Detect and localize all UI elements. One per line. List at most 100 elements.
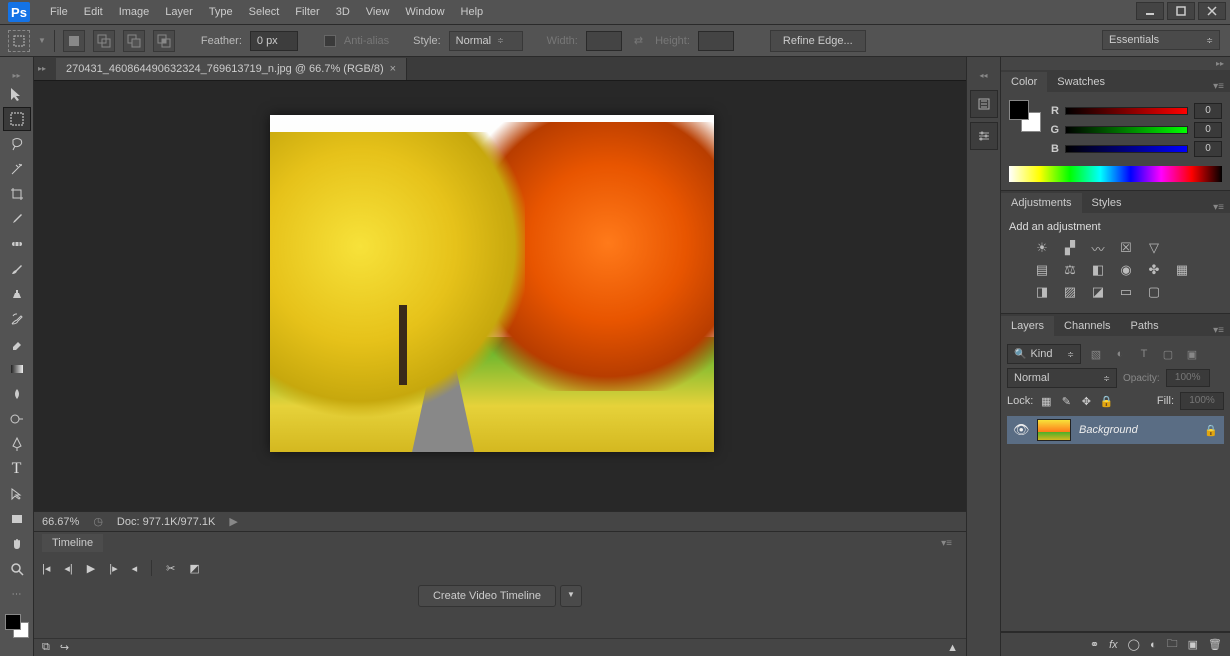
- style-dropdown[interactable]: Normal≑: [449, 31, 523, 51]
- document-tab[interactable]: 270431_460864490632324_769613719_n.jpg @…: [56, 58, 407, 80]
- lock-transparent-icon[interactable]: ▦: [1039, 394, 1053, 408]
- rectangular-marquee-tool[interactable]: [3, 107, 31, 131]
- zoom-tool[interactable]: [3, 557, 31, 581]
- menu-help[interactable]: Help: [453, 2, 492, 22]
- add-to-selection-button[interactable]: [93, 30, 115, 52]
- panel-color-swatches[interactable]: [1009, 100, 1041, 132]
- menu-image[interactable]: Image: [111, 2, 158, 22]
- selective-color-icon[interactable]: ▢: [1145, 283, 1163, 301]
- menu-type[interactable]: Type: [201, 2, 241, 22]
- document-canvas[interactable]: [270, 115, 714, 452]
- lock-position-icon[interactable]: ✥: [1079, 394, 1093, 408]
- paths-tab[interactable]: Paths: [1121, 316, 1169, 336]
- g-value[interactable]: 0: [1194, 122, 1222, 138]
- adjustments-panel-menu-icon[interactable]: ▾≡: [1207, 202, 1230, 213]
- refine-edge-button[interactable]: Refine Edge...: [770, 30, 866, 52]
- timeline-first-frame-icon[interactable]: |◂: [42, 562, 50, 575]
- color-tab[interactable]: Color: [1001, 72, 1047, 92]
- history-panel-icon[interactable]: [970, 90, 998, 118]
- exposure-icon[interactable]: ☒: [1117, 239, 1135, 257]
- b-value[interactable]: 0: [1194, 141, 1222, 157]
- timeline-menu-icon[interactable]: ▾≡: [935, 538, 958, 549]
- type-tool[interactable]: T: [3, 457, 31, 481]
- link-layers-icon[interactable]: ⚭: [1090, 638, 1099, 651]
- filter-pixel-icon[interactable]: ▧: [1087, 345, 1105, 363]
- pen-tool[interactable]: [3, 432, 31, 456]
- black-white-icon[interactable]: ◧: [1089, 261, 1107, 279]
- levels-icon[interactable]: ▞: [1061, 239, 1079, 257]
- timeline-last-frame-icon[interactable]: ◂: [132, 562, 138, 575]
- layers-panel-menu-icon[interactable]: ▾≡: [1207, 325, 1230, 336]
- timeline-prev-frame-icon[interactable]: ◂|: [64, 562, 72, 575]
- b-slider[interactable]: [1065, 145, 1188, 153]
- close-tab-icon[interactable]: ×: [390, 63, 396, 75]
- invert-icon[interactable]: ◨: [1033, 283, 1051, 301]
- swatches-tab[interactable]: Swatches: [1047, 72, 1115, 92]
- fill-input[interactable]: 100%: [1180, 392, 1224, 410]
- filter-adjust-icon[interactable]: ◐: [1111, 345, 1129, 363]
- properties-panel-icon[interactable]: [970, 122, 998, 150]
- layer-filter-kind[interactable]: 🔍Kind≑: [1007, 344, 1081, 364]
- path-selection-tool[interactable]: [3, 482, 31, 506]
- clone-stamp-tool[interactable]: [3, 282, 31, 306]
- r-value[interactable]: 0: [1194, 103, 1222, 119]
- channel-mixer-icon[interactable]: ✤: [1145, 261, 1163, 279]
- menu-filter[interactable]: Filter: [287, 2, 327, 22]
- new-selection-button[interactable]: [63, 30, 85, 52]
- timeline-tab[interactable]: Timeline: [42, 534, 103, 552]
- menu-window[interactable]: Window: [397, 2, 452, 22]
- menu-layer[interactable]: Layer: [157, 2, 201, 22]
- menu-3d[interactable]: 3D: [328, 2, 358, 22]
- channels-tab[interactable]: Channels: [1054, 316, 1120, 336]
- canvas-area[interactable]: [34, 81, 966, 511]
- color-balance-icon[interactable]: ⚖: [1061, 261, 1079, 279]
- history-brush-tool[interactable]: [3, 307, 31, 331]
- menu-select[interactable]: Select: [241, 2, 288, 22]
- eyedropper-tool[interactable]: [3, 207, 31, 231]
- posterize-icon[interactable]: ▨: [1061, 283, 1079, 301]
- blend-mode-dropdown[interactable]: Normal≑: [1007, 368, 1117, 388]
- delete-layer-icon[interactable]: 🗑: [1208, 638, 1222, 651]
- minimize-button[interactable]: [1136, 2, 1164, 20]
- healing-brush-tool[interactable]: [3, 232, 31, 256]
- status-info-icon[interactable]: ◷: [93, 515, 103, 528]
- timeline-play-icon[interactable]: ▶: [87, 562, 95, 575]
- filter-shape-icon[interactable]: ▢: [1159, 345, 1177, 363]
- menu-edit[interactable]: Edit: [76, 2, 111, 22]
- menu-view[interactable]: View: [358, 2, 398, 22]
- adjustments-tab[interactable]: Adjustments: [1001, 193, 1082, 213]
- filter-type-icon[interactable]: T: [1135, 345, 1153, 363]
- tab-scroll-icon[interactable]: ▸▸: [38, 64, 46, 73]
- timeline-next-frame-icon[interactable]: |▸: [109, 562, 117, 575]
- crop-tool[interactable]: [3, 182, 31, 206]
- hue-sat-icon[interactable]: ▤: [1033, 261, 1051, 279]
- gradient-map-icon[interactable]: ▭: [1117, 283, 1135, 301]
- workspace-switcher[interactable]: Essentials≑: [1102, 30, 1220, 50]
- tool-preset-picker[interactable]: [8, 30, 30, 52]
- new-adjustment-layer-icon[interactable]: ◐: [1150, 639, 1157, 651]
- threshold-icon[interactable]: ◪: [1089, 283, 1107, 301]
- close-button[interactable]: [1198, 2, 1226, 20]
- subtract-from-selection-button[interactable]: [123, 30, 145, 52]
- eraser-tool[interactable]: [3, 332, 31, 356]
- styles-tab[interactable]: Styles: [1082, 193, 1132, 213]
- maximize-button[interactable]: [1167, 2, 1195, 20]
- color-lookup-icon[interactable]: ▦: [1173, 261, 1191, 279]
- opacity-input[interactable]: 100%: [1166, 369, 1210, 387]
- menu-file[interactable]: File: [42, 2, 76, 22]
- dock-expand-icon[interactable]: ◂◂: [967, 71, 1000, 80]
- color-swatches[interactable]: [3, 612, 31, 640]
- blur-tool[interactable]: [3, 382, 31, 406]
- zoom-level[interactable]: 66.67%: [42, 516, 79, 528]
- collapse-toolbar[interactable]: ▸▸: [0, 71, 33, 81]
- foreground-color-swatch[interactable]: [5, 614, 21, 630]
- edit-toolbar[interactable]: ⋯: [3, 582, 31, 606]
- timeline-footer-icon-2[interactable]: ↪: [60, 641, 69, 654]
- color-panel-menu-icon[interactable]: ▾≡: [1207, 81, 1230, 92]
- color-spectrum[interactable]: [1009, 166, 1222, 182]
- lock-all-icon[interactable]: 🔒: [1099, 394, 1113, 408]
- intersect-selection-button[interactable]: [153, 30, 175, 52]
- new-group-icon[interactable]: 🗀: [1167, 635, 1178, 654]
- lasso-tool[interactable]: [3, 132, 31, 156]
- dodge-tool[interactable]: [3, 407, 31, 431]
